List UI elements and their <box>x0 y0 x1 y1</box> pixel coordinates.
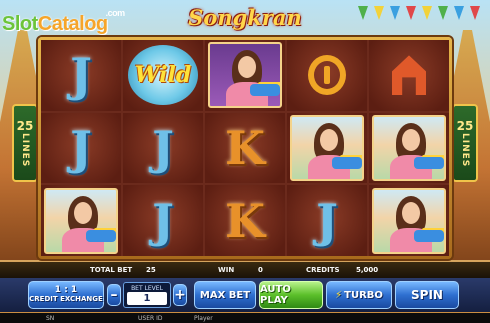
lightning-icon: ⚡ <box>335 289 343 301</box>
lines-count: 25 <box>16 118 34 133</box>
total-bet-value: 25 <box>146 266 156 274</box>
user-id-value: Player <box>194 314 213 322</box>
symbol-girl <box>290 114 364 181</box>
bet-level-value: 1 <box>127 292 167 305</box>
slotcatalog-logo: Slot Catalog .com <box>2 6 127 36</box>
reel-cell <box>287 112 367 184</box>
reel-cell <box>205 40 285 111</box>
flag-icon <box>390 6 400 20</box>
win-label: WIN <box>218 266 235 274</box>
symbol-baht-icon <box>308 55 346 96</box>
flag-icon <box>406 6 416 20</box>
total-bet-label: TOTAL BET <box>90 266 133 274</box>
water-gun-icon <box>414 229 444 242</box>
wild-label: Wild <box>134 62 192 89</box>
credit-exchange-ratio: 1 : 1 <box>54 285 78 295</box>
logo-slot-text: Slot <box>2 13 38 35</box>
symbol-girl <box>372 187 446 254</box>
turbo-label: TURBO <box>344 289 383 301</box>
credit-exchange-button[interactable]: 1 : 1 CREDIT EXCHANGE <box>28 281 104 309</box>
reel-cell: K <box>205 112 285 184</box>
lines-badge-right: 25 LINES <box>452 104 478 182</box>
water-gun-icon <box>332 156 362 169</box>
flag-icon <box>470 6 480 20</box>
logo-catalog-text: Catalog <box>37 13 108 35</box>
symbol-j: J <box>152 120 174 175</box>
reel-cell: J <box>41 40 121 111</box>
max-bet-button[interactable]: MAX BET <box>194 281 256 309</box>
status-bar: SN USER ID Player <box>0 313 490 323</box>
reel-cell <box>287 40 367 111</box>
reel-cell <box>369 112 449 184</box>
lines-word: LINES <box>460 132 470 168</box>
reel-cell <box>41 185 121 256</box>
auto-play-button[interactable]: AUTO PLAY <box>259 281 323 309</box>
reel-frame: J Wild J J K J K J <box>38 37 452 259</box>
bet-level-label: BET LEVEL <box>131 285 163 292</box>
symbol-girl <box>44 187 118 254</box>
info-bar: TOTAL BET 25 WIN 0 CREDITS 5,000 <box>0 262 490 278</box>
bet-level-display: BET LEVEL 1 <box>123 282 171 308</box>
flag-icon <box>454 6 464 20</box>
girl-face <box>74 201 92 224</box>
symbol-k: K <box>225 193 265 248</box>
symbol-k: K <box>225 120 265 175</box>
lines-badge-left: 25 LINES <box>12 104 38 182</box>
reel-cell: J <box>287 185 367 256</box>
symbol-wild: Wild <box>128 45 198 106</box>
game-title: Songkran <box>188 4 302 30</box>
reel-grid: J Wild J J K J K J <box>41 40 449 256</box>
flag-icon <box>374 6 384 20</box>
reel-cell: J <box>123 185 203 256</box>
reel-cell <box>369 40 449 111</box>
flag-icon <box>358 6 368 20</box>
symbol-girl <box>208 42 282 109</box>
bet-decrease-button[interactable]: – <box>107 284 121 306</box>
reel-cell <box>369 185 449 256</box>
reel-cell: Wild <box>123 40 203 111</box>
win-value: 0 <box>258 266 263 274</box>
girl-face <box>402 201 420 224</box>
user-id-label: USER ID <box>138 314 163 322</box>
symbol-j: J <box>316 193 338 248</box>
bet-level-control: – BET LEVEL 1 + <box>107 282 191 308</box>
flag-icon <box>422 6 432 20</box>
credits-label: CREDITS <box>306 266 340 274</box>
symbol-j: J <box>152 193 174 248</box>
turbo-button[interactable]: ⚡ TURBO <box>326 281 392 309</box>
credit-exchange-label: CREDIT EXCHANGE <box>29 295 103 303</box>
girl-face <box>320 128 338 151</box>
control-bar: 1 : 1 CREDIT EXCHANGE – BET LEVEL 1 + MA… <box>0 278 490 312</box>
logo-com-text: .com <box>105 8 126 18</box>
water-gun-icon <box>414 156 444 169</box>
water-gun-icon <box>86 229 116 242</box>
lines-count: 25 <box>456 118 474 133</box>
reel-cell: J <box>123 112 203 184</box>
girl-face <box>402 128 420 151</box>
symbol-j: J <box>70 120 92 175</box>
spin-button[interactable]: SPIN <box>395 281 459 309</box>
bet-increase-button[interactable]: + <box>173 284 187 306</box>
reel-cell: J <box>41 112 121 184</box>
credits-value: 5,000 <box>356 266 379 274</box>
water-gun-icon <box>250 84 280 97</box>
lines-word: LINES <box>20 132 30 168</box>
symbol-girl <box>372 114 446 181</box>
symbol-arch-icon <box>392 55 426 96</box>
flag-icon <box>438 6 448 20</box>
sn-label: SN <box>46 314 55 322</box>
reel-cell: K <box>205 185 285 256</box>
symbol-j: J <box>70 48 92 103</box>
